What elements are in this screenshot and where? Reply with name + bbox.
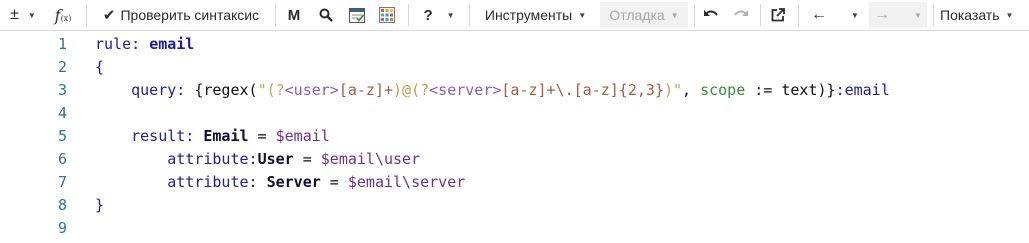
code-line[interactable]: query: {regex("(?<user>[a-z]+)@(?<server… <box>95 79 890 102</box>
separator <box>760 4 761 26</box>
chevron-down-icon: ▼ <box>1005 10 1014 20</box>
back-dropdown[interactable]: ← ▼ <box>806 2 864 28</box>
help-icon: ? <box>423 6 433 24</box>
code-editor[interactable]: 1 2 3 4 5 6 7 8 9 rule: email { query: {… <box>0 31 1029 243</box>
separator <box>469 4 470 26</box>
plus-minus-icon: ± <box>10 6 19 23</box>
external-link-icon <box>771 8 785 22</box>
redo-button[interactable] <box>730 2 752 28</box>
form-check-icon <box>349 7 365 23</box>
code-line[interactable]: } <box>95 194 104 217</box>
help-dropdown[interactable]: ? ▼ <box>418 2 460 28</box>
separator <box>86 4 87 26</box>
line-number: 4 <box>57 104 67 122</box>
check-syntax-label: Проверить синтаксис <box>120 7 260 23</box>
forward-dropdown[interactable]: → ▼ <box>869 2 927 28</box>
check-syntax-button[interactable]: ✔ Проверить синтаксис <box>96 2 266 28</box>
line-number: 2 <box>57 58 67 76</box>
separator <box>933 4 934 26</box>
chevron-down-icon: ▼ <box>446 10 455 20</box>
chevron-down-icon: ▼ <box>851 10 859 20</box>
zoom-search-button[interactable] <box>316 2 336 28</box>
tools-menu[interactable]: Инструменты ▼ <box>478 2 593 28</box>
separator <box>275 4 276 26</box>
redo-icon <box>734 10 748 16</box>
color-palette-button[interactable] <box>376 2 398 28</box>
line-number: 6 <box>57 150 67 168</box>
debug-menu[interactable]: Отладка ▼ <box>600 2 688 28</box>
line-number: 5 <box>57 127 67 145</box>
line-number: 3 <box>57 81 67 99</box>
arrow-left-icon: ← <box>811 6 828 23</box>
line-number: 7 <box>57 173 67 191</box>
plus-minus-dropdown[interactable]: ± ▼ <box>4 2 42 28</box>
show-label: Показать <box>940 7 1000 23</box>
debug-label: Отладка <box>609 7 665 23</box>
chevron-down-icon: ▼ <box>670 10 679 20</box>
function-button[interactable]: f(x) <box>52 2 74 28</box>
line-number: 9 <box>57 219 67 237</box>
separator <box>694 4 695 26</box>
line-number: 8 <box>57 196 67 214</box>
undo-button[interactable] <box>700 2 722 28</box>
chevron-down-icon: ▼ <box>27 10 36 20</box>
code-line[interactable]: { <box>95 56 104 79</box>
undo-icon <box>704 10 718 16</box>
chevron-down-icon: ▼ <box>578 10 587 20</box>
code-line[interactable]: attribute:User = $email\user <box>95 148 420 171</box>
code-line[interactable]: attribute: Server = $email\server <box>95 171 465 194</box>
checkmark-icon: ✔ <box>102 7 116 24</box>
tools-label: Инструменты <box>484 7 573 23</box>
chevron-down-icon: ▼ <box>914 10 922 20</box>
line-number: 1 <box>57 35 67 53</box>
code-line[interactable]: rule: email <box>95 33 194 56</box>
color-grid-icon <box>379 7 395 23</box>
show-menu[interactable]: Показать ▼ <box>940 2 1025 28</box>
open-external-button[interactable] <box>767 2 789 28</box>
toolbar: ± ▼ f(x) ✔ Проверить синтаксис M ? ▼ Инс… <box>0 0 1029 31</box>
code-line[interactable]: result: Email = $email <box>95 125 330 148</box>
separator <box>408 4 409 26</box>
macro-button[interactable]: M <box>284 2 304 28</box>
form-check-button[interactable] <box>346 2 368 28</box>
arrow-right-icon: → <box>874 6 891 23</box>
separator <box>798 4 799 26</box>
function-icon: f(x) <box>54 5 72 25</box>
magnifier-icon <box>319 8 333 22</box>
m-icon: M <box>287 6 301 24</box>
